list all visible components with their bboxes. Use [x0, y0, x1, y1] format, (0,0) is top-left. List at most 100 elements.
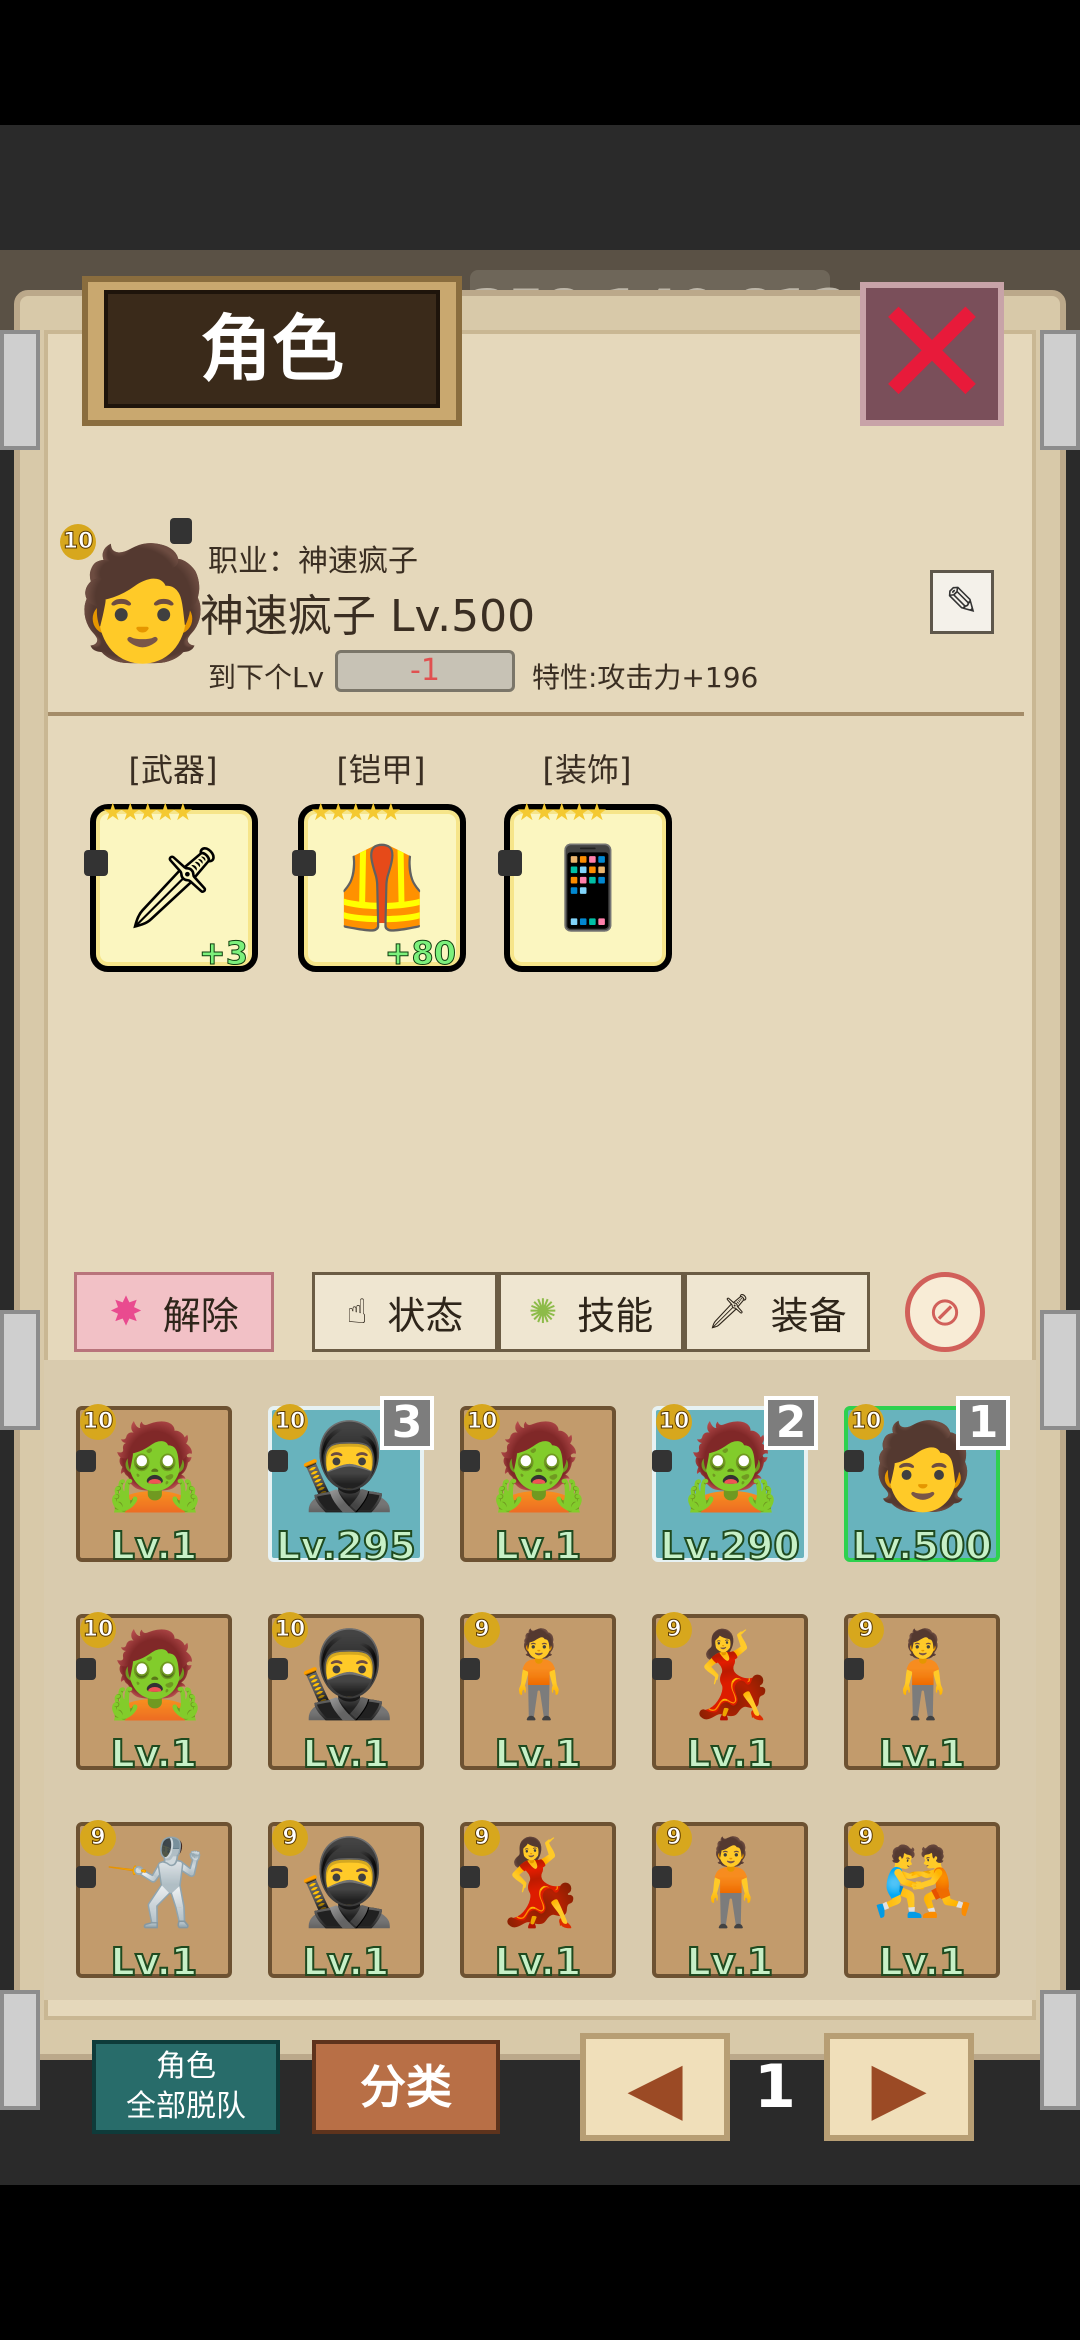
no-entry-icon: ⊘ — [928, 1289, 962, 1335]
lock-icon — [844, 1450, 864, 1472]
roster-slot[interactable]: 9 🤺 Lv.1 — [76, 1820, 232, 1985]
prev-page-button[interactable]: ◀ — [580, 2033, 730, 2141]
character-sprite: 💃 — [678, 1625, 784, 1723]
arrow-right-icon: ▶ — [871, 2045, 927, 2129]
roster-level: Lv.1 — [686, 1731, 775, 1777]
category-button[interactable]: 分类 — [312, 2040, 500, 2134]
next-level-label: 到下个Lv — [208, 661, 325, 694]
trait-text: 特性:攻击力+196 — [532, 661, 759, 694]
lock-icon — [268, 1866, 288, 1888]
roster-slot[interactable]: 10 🧟 Lv.1 — [460, 1404, 616, 1569]
roster-slot[interactable]: 10 🥷 Lv.1 — [268, 1612, 424, 1777]
roster-slot[interactable]: 10 🧑 Lv.500 1 — [844, 1396, 1010, 1569]
star-rating-icon: ★★★★★ — [310, 798, 402, 826]
roster-level: Lv.1 — [110, 1523, 199, 1569]
character-sprite: 🧟 — [102, 1417, 208, 1515]
lock-icon — [76, 1658, 96, 1680]
panel-rivet — [1040, 1990, 1080, 2110]
roster-slot[interactable]: 10 🧟 Lv.1 — [76, 1404, 232, 1569]
roster-slot[interactable]: 9 🤼 Lv.1 — [844, 1820, 1000, 1985]
equip-slot-2[interactable]: 📱 ★★★★★ — [498, 798, 672, 972]
roster-level: Lv.290 — [659, 1523, 801, 1569]
character-sprite: 🧍 — [678, 1833, 784, 1931]
character-sprite: 🥷 — [294, 1833, 400, 1931]
edit-name-button[interactable]: ✎ — [930, 570, 994, 634]
lock-icon — [498, 850, 522, 876]
release-tab[interactable]: ✸ 解除 — [74, 1272, 274, 1352]
skills-label: 技能 — [577, 1293, 654, 1338]
roster-level: Lv.500 — [851, 1523, 993, 1569]
roster-slot[interactable]: 10 🧟 Lv.290 2 — [652, 1396, 818, 1569]
character-sprite: 🧍 — [870, 1625, 976, 1723]
next-page-button[interactable]: ▶ — [824, 2033, 974, 2141]
roster-level: Lv.1 — [494, 1939, 583, 1985]
roster-slot[interactable]: 10 🧟 Lv.1 — [76, 1612, 232, 1777]
party-rank-badge: 2 — [764, 1396, 818, 1450]
sword-icon: 🗡 — [123, 841, 225, 934]
panel-rivet — [1040, 330, 1080, 450]
lock-icon — [76, 1450, 96, 1472]
star-rating-icon: ★★★★★ — [516, 798, 608, 826]
roster-slot[interactable]: 9 💃 Lv.1 — [460, 1820, 616, 1985]
equip-plus-value: +3 — [198, 934, 248, 973]
equip-slot-label: [铠甲] — [336, 751, 426, 789]
skills-icon: ✺ — [528, 1292, 558, 1332]
hero-portrait[interactable]: 10 🧑 — [60, 508, 211, 688]
hero-name-level: 神速疯子 Lv.500 — [200, 591, 536, 642]
lock-icon — [460, 1658, 480, 1680]
roster-level: Lv.1 — [110, 1939, 199, 1985]
roster-level: Lv.1 — [878, 1939, 967, 1985]
leave-line-2: 全部脱队 — [126, 2089, 246, 2124]
header-divider — [48, 712, 1024, 716]
armor-icon: 🦺 — [332, 841, 432, 934]
release-label: 解除 — [162, 1293, 239, 1338]
roster-slot[interactable]: 9 🧍 Lv.1 — [652, 1820, 808, 1985]
panel-rivet — [1040, 1310, 1080, 1430]
roster-level: Lv.1 — [110, 1731, 199, 1777]
equip-slot-0[interactable]: 🗡 ★★★★★ +3 — [84, 798, 258, 973]
character-sprite: 🤺 — [102, 1833, 208, 1931]
page-number: 1 — [754, 2052, 796, 2122]
roster-slot[interactable]: 10 🥷 Lv.295 3 — [268, 1396, 434, 1569]
job-line: 职业：神速疯子 — [208, 536, 418, 580]
close-button[interactable]: ✕ — [860, 267, 1004, 441]
leave-all-button[interactable]: 角色 全部脱队 — [92, 2040, 280, 2134]
close-icon: ✕ — [869, 267, 995, 441]
hero-sprite: 🧑 — [74, 539, 211, 667]
skills-tab[interactable]: ✺ 技能 — [498, 1272, 684, 1352]
disband-button[interactable]: ⊘ — [905, 1272, 985, 1352]
party-rank-badge: 1 — [956, 1396, 1010, 1450]
roster-level: Lv.1 — [494, 1731, 583, 1777]
panel-rivet — [0, 1310, 40, 1430]
equip-slot-1[interactable]: 🦺 ★★★★★ +80 — [292, 798, 466, 973]
leave-line-1: 角色 — [156, 2049, 216, 2084]
roster-level: Lv.1 — [494, 1523, 583, 1569]
lock-icon — [268, 1658, 288, 1680]
next-level-value: -1 — [335, 650, 515, 692]
roster-slot[interactable]: 9 💃 Lv.1 — [652, 1612, 808, 1777]
party-rank-badge: 3 — [380, 1396, 434, 1450]
equip-label: 装备 — [770, 1293, 847, 1338]
roster-slot[interactable]: 9 🧍 Lv.1 — [844, 1612, 1000, 1777]
status-icon: ☝ — [346, 1292, 368, 1332]
roster-level: Lv.1 — [686, 1939, 775, 1985]
job-name: 神速疯子 — [298, 544, 418, 579]
equip-slot-label: [装饰] — [542, 751, 632, 789]
lock-icon — [460, 1866, 480, 1888]
character-sprite: 🥷 — [294, 1625, 400, 1723]
roster-slot[interactable]: 9 🥷 Lv.1 — [268, 1820, 424, 1985]
arrow-left-icon: ◀ — [627, 2045, 683, 2129]
lock-icon — [844, 1866, 864, 1888]
character-sprite: 🧍 — [486, 1625, 592, 1723]
lock-icon — [652, 1866, 672, 1888]
status-label: 状态 — [387, 1293, 464, 1338]
roster-level: Lv.1 — [302, 1939, 391, 1985]
lock-icon — [268, 1450, 288, 1472]
roster-slot[interactable]: 9 🧍 Lv.1 — [460, 1612, 616, 1777]
pencil-icon: ✎ — [945, 579, 979, 625]
lock-icon — [844, 1658, 864, 1680]
equip-tab[interactable]: 🗡 装备 — [684, 1272, 870, 1352]
lock-icon — [460, 1450, 480, 1472]
status-tab[interactable]: ☝ 状态 — [312, 1272, 498, 1352]
character-sprite: 🧟 — [102, 1625, 208, 1723]
